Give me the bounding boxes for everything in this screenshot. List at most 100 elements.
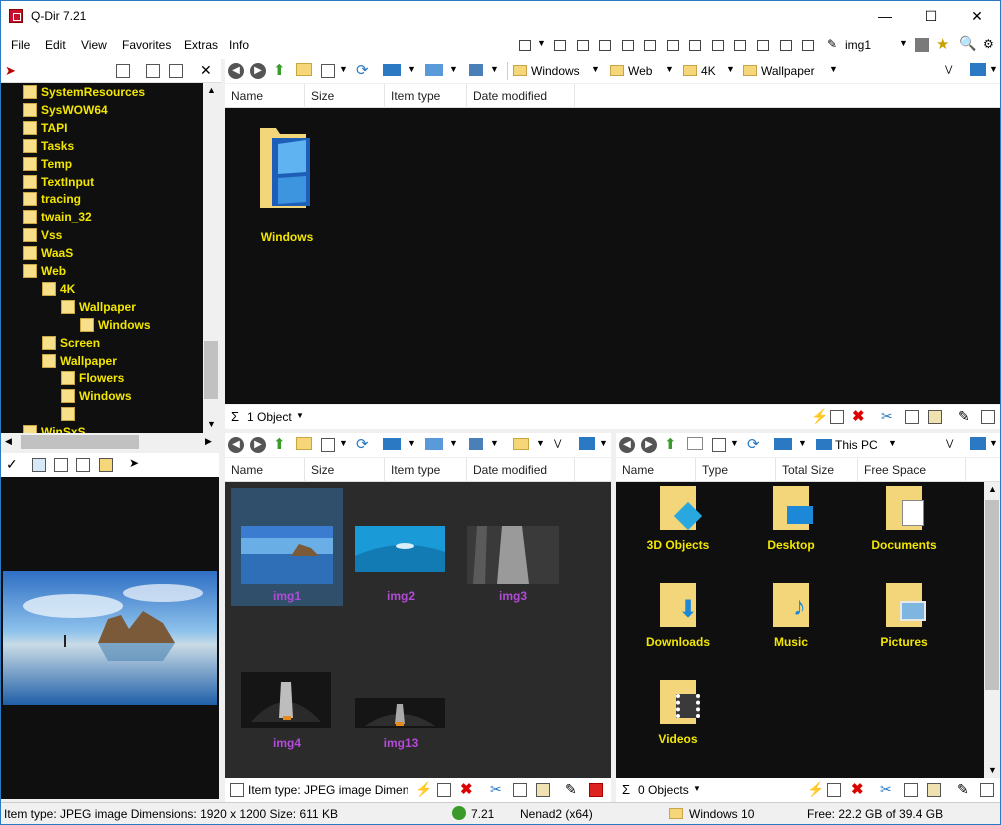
network-icon[interactable] [469, 438, 483, 450]
close-icon[interactable]: ✕ [954, 1, 1000, 32]
col-free-space[interactable]: Free Space [858, 458, 966, 482]
address-dropdown-icon[interactable]: ⋁ [554, 438, 561, 449]
folder-item-desktop[interactable]: Desktop [747, 486, 835, 556]
up-icon[interactable]: ⬆ [273, 435, 286, 453]
chevron-down-icon[interactable]: ▼ [537, 38, 546, 48]
flash-icon[interactable]: ⚡ [811, 408, 828, 425]
view-icon[interactable] [321, 438, 335, 452]
scroll-thumb[interactable] [985, 500, 999, 690]
image-tool-icon[interactable]: ✎ [827, 37, 837, 51]
close-icon[interactable]: ✕ [200, 62, 212, 79]
layout-8-icon[interactable] [712, 40, 724, 51]
folder-item-music[interactable]: ♪ Music [747, 583, 835, 653]
tree-item[interactable]: Windows [61, 387, 132, 405]
tree-item[interactable]: tracing [23, 190, 81, 208]
chevron-down-icon[interactable]: ▼ [989, 64, 998, 74]
desktop-icon[interactable] [425, 438, 443, 450]
menu-favorites[interactable]: Favorites [122, 38, 171, 52]
back-icon[interactable]: ◀ [228, 437, 244, 453]
zoom-preview-icon[interactable] [32, 458, 46, 472]
menu-edit[interactable]: Edit [45, 38, 66, 52]
flash-icon[interactable]: ⚡ [415, 781, 432, 798]
mail-icon[interactable] [827, 783, 841, 797]
chevron-down-icon[interactable]: ▼ [339, 64, 348, 74]
zoom-icon[interactable]: 🔍 [959, 35, 976, 52]
object-count[interactable]: 0 Objects [638, 783, 689, 797]
minimize-icon[interactable]: — [862, 1, 908, 32]
folder-item-3d-objects[interactable]: 3D Objects [634, 486, 722, 556]
breadcrumb-4k[interactable]: 4K [683, 62, 716, 80]
back-icon[interactable]: ◀ [619, 437, 635, 453]
col-total-size[interactable]: Total Size [776, 458, 858, 482]
monitor-icon[interactable] [76, 458, 90, 472]
chevron-down-icon[interactable]: ▼ [296, 411, 304, 420]
check-icon[interactable]: ✓ [6, 456, 18, 473]
chevron-down-icon[interactable]: ▼ [449, 64, 458, 74]
col-size[interactable]: Size [305, 84, 385, 108]
up-icon[interactable]: ⬆ [273, 61, 286, 79]
printer-icon[interactable] [915, 38, 929, 52]
scroll-up-icon[interactable]: ▲ [988, 484, 997, 494]
refresh-icon[interactable]: ⟳ [356, 61, 369, 79]
col-date-modified[interactable]: Date modified [467, 458, 575, 482]
forward-icon[interactable]: ▶ [641, 437, 657, 453]
breadcrumb-web[interactable]: Web [610, 62, 652, 80]
tree-item[interactable]: SystemResources [23, 83, 145, 101]
scroll-up-icon[interactable]: ▲ [207, 85, 216, 95]
mail-icon[interactable] [830, 410, 844, 424]
menu-file[interactable]: File [11, 38, 30, 52]
film-icon[interactable] [54, 458, 68, 472]
new-folder-icon[interactable] [687, 437, 703, 450]
scroll-right-icon[interactable]: ▶ [205, 436, 212, 447]
up-icon[interactable]: ⬆ [664, 435, 677, 453]
address-dropdown-icon[interactable]: ⋁ [946, 438, 953, 449]
back-icon[interactable]: ◀ [228, 63, 244, 79]
col-name[interactable]: Name [616, 458, 696, 482]
chevron-down-icon[interactable]: ▼ [407, 438, 416, 448]
paste-icon[interactable] [928, 410, 942, 424]
properties-icon[interactable] [589, 783, 603, 797]
tree-item[interactable]: Wallpaper [42, 352, 117, 370]
chevron-down-icon[interactable]: ▼ [665, 64, 674, 74]
network-icon[interactable] [469, 64, 483, 76]
chevron-down-icon[interactable]: ▼ [536, 438, 545, 448]
mail-icon[interactable] [437, 783, 451, 797]
layout-12-icon[interactable] [802, 40, 814, 51]
edit-icon[interactable]: ✎ [958, 408, 970, 425]
object-count[interactable]: 1 Object [247, 410, 292, 424]
thumbnail-item[interactable]: img3 [457, 488, 569, 606]
chevron-down-icon[interactable]: ▼ [407, 64, 416, 74]
address-dropdown-icon[interactable]: ⋁ [945, 64, 952, 75]
tree-item[interactable]: TextInput [23, 173, 94, 191]
pin-icon[interactable]: ➤ [129, 456, 139, 470]
edit-icon[interactable]: ✎ [565, 781, 577, 798]
maximize-icon[interactable]: ☐ [908, 1, 954, 32]
chevron-down-icon[interactable]: ▼ [591, 64, 600, 74]
tree-item[interactable]: Screen [42, 334, 100, 352]
layout-6-icon[interactable] [667, 40, 679, 51]
menu-view[interactable]: View [81, 38, 107, 52]
img-label[interactable]: img1 [845, 38, 871, 52]
chevron-down-icon[interactable]: ▼ [339, 438, 348, 448]
tree-scrollbar[interactable]: ▲ ▼ [203, 83, 219, 433]
forward-icon[interactable]: ▶ [250, 63, 266, 79]
refresh-icon[interactable]: ⟳ [356, 435, 369, 453]
tree-item[interactable]: Flowers [61, 369, 124, 387]
col-type[interactable]: Type [696, 458, 776, 482]
layout-5-icon[interactable] [644, 40, 656, 51]
tree-hscrollbar[interactable]: ◀ ▶ [1, 433, 219, 451]
tree-item[interactable]: WaaS [23, 244, 73, 262]
properties-icon[interactable] [980, 783, 994, 797]
col-date-modified[interactable]: Date modified [467, 84, 575, 108]
desktop-icon[interactable] [425, 64, 443, 76]
view-icon[interactable] [321, 64, 335, 78]
chevron-down-icon[interactable]: ▼ [730, 438, 739, 448]
tree-item[interactable]: Temp [23, 155, 72, 173]
copy-icon[interactable] [904, 783, 918, 797]
tree-item[interactable]: 4K [42, 280, 75, 298]
layout-10-icon[interactable] [757, 40, 769, 51]
pin-icon[interactable]: ➤ [5, 63, 16, 79]
chevron-down-icon[interactable]: ▼ [899, 38, 908, 48]
copy-icon[interactable] [905, 410, 919, 424]
layout-icon[interactable] [519, 40, 531, 51]
